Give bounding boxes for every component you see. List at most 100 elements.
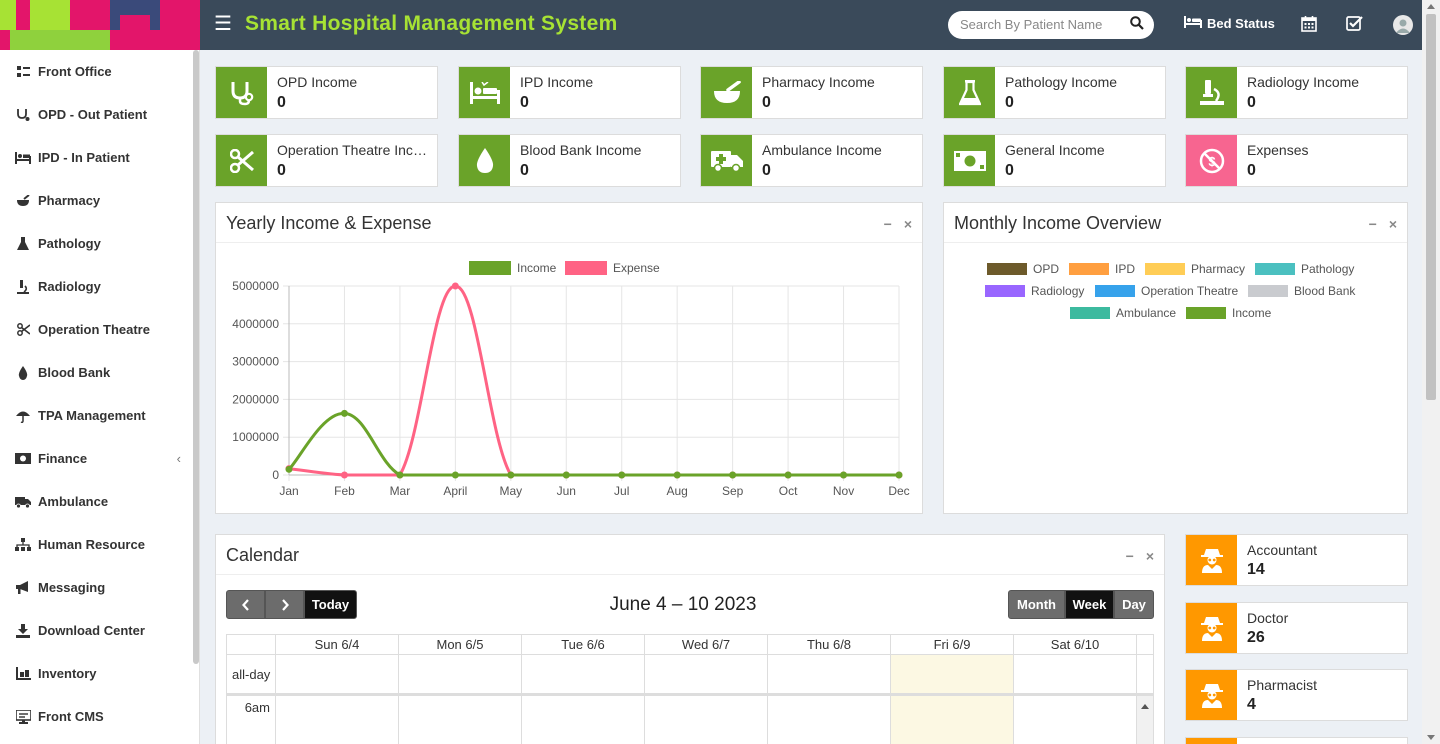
close-icon[interactable]: × bbox=[1389, 216, 1397, 232]
staff-pharmacist-box[interactable]: Pharmacist 4 bbox=[1185, 669, 1408, 721]
pathology-income-box[interactable]: Pathology Income 0 bbox=[943, 66, 1166, 119]
drop-icon bbox=[459, 135, 510, 186]
minimize-icon[interactable]: − bbox=[1369, 216, 1377, 232]
legend-item-income[interactable]: Income bbox=[1186, 306, 1271, 320]
operation-theatre-income-box[interactable]: Operation Theatre Income 0 bbox=[215, 134, 438, 187]
ipd-income-box[interactable]: IPD Income 0 bbox=[458, 66, 681, 119]
day-header-today[interactable]: Fri 6/9 bbox=[891, 635, 1014, 654]
sidebar-item-inventory[interactable]: Inventory bbox=[0, 652, 199, 695]
bed-icon bbox=[459, 67, 510, 118]
time-slot[interactable] bbox=[399, 696, 522, 744]
sidebar-item-human-resource[interactable]: Human Resource bbox=[0, 523, 199, 566]
day-header[interactable]: Tue 6/6 bbox=[522, 635, 645, 654]
close-icon[interactable]: × bbox=[1146, 548, 1154, 564]
time-slot[interactable] bbox=[276, 696, 399, 744]
day-header[interactable]: Wed 6/7 bbox=[645, 635, 768, 654]
legend-item-pharmacy[interactable]: Pharmacy bbox=[1145, 262, 1245, 276]
time-slot[interactable] bbox=[1014, 696, 1137, 744]
day-header[interactable]: Sun 6/4 bbox=[276, 635, 399, 654]
logo[interactable] bbox=[0, 0, 200, 50]
scroll-up-icon[interactable] bbox=[1141, 704, 1149, 709]
legend-item-radiology[interactable]: Radiology bbox=[985, 284, 1084, 298]
calendar-scrollbar[interactable] bbox=[1137, 696, 1153, 744]
chevron-left-icon[interactable]: ‹ bbox=[177, 451, 181, 466]
sidebar-item-finance[interactable]: Finance ‹ bbox=[0, 437, 199, 480]
close-icon[interactable]: × bbox=[904, 216, 912, 232]
allday-cell-today[interactable] bbox=[891, 655, 1014, 693]
sidebar-item-front-cms[interactable]: Front CMS bbox=[0, 695, 199, 738]
day-header[interactable]: Mon 6/5 bbox=[399, 635, 522, 654]
page-scrollbar[interactable] bbox=[1422, 0, 1440, 744]
microscope-icon bbox=[15, 279, 31, 295]
sidebar-item-ambulance[interactable]: Ambulance bbox=[0, 480, 199, 523]
day-header[interactable]: Thu 6/8 bbox=[768, 635, 891, 654]
expenses-box[interactable]: $ Expenses 0 bbox=[1185, 134, 1408, 187]
sidebar-item-tpa[interactable]: TPA Management bbox=[0, 394, 199, 437]
sidebar-item-pathology[interactable]: Pathology bbox=[0, 222, 199, 265]
svg-text:$: $ bbox=[1208, 154, 1216, 169]
day-header[interactable]: Sat 6/10 bbox=[1014, 635, 1137, 654]
tasks-check-icon[interactable] bbox=[1346, 15, 1363, 37]
legend-swatch bbox=[1145, 263, 1185, 275]
time-slot[interactable] bbox=[645, 696, 768, 744]
radiology-income-box[interactable]: Radiology Income 0 bbox=[1185, 66, 1408, 119]
sidebar-item-download-center[interactable]: Download Center bbox=[0, 609, 199, 652]
sidebar-item-operation-theatre[interactable]: Operation Theatre bbox=[0, 308, 199, 351]
time-slot-today[interactable] bbox=[891, 696, 1014, 744]
flask-icon bbox=[15, 236, 31, 252]
allday-cell[interactable] bbox=[399, 655, 522, 693]
blood-bank-income-box[interactable]: Blood Bank Income 0 bbox=[458, 134, 681, 187]
legend-item-pathology[interactable]: Pathology bbox=[1255, 262, 1354, 276]
sidebar-item-radiology[interactable]: Radiology bbox=[0, 265, 199, 308]
staff-label: Pharmacist bbox=[1247, 677, 1318, 693]
allday-cell[interactable] bbox=[645, 655, 768, 693]
income-label: Expenses bbox=[1247, 142, 1309, 158]
pharmacy-income-box[interactable]: Pharmacy Income 0 bbox=[700, 66, 923, 119]
staff-count: 14 bbox=[1247, 561, 1265, 578]
staff-doctor-box[interactable]: Doctor 26 bbox=[1185, 602, 1408, 654]
sidebar-scrollbar[interactable] bbox=[193, 50, 199, 664]
general-income-box[interactable]: General Income 0 bbox=[943, 134, 1166, 187]
sidebar-item-messaging[interactable]: Messaging bbox=[0, 566, 199, 609]
legend-item-opd[interactable]: OPD bbox=[987, 262, 1059, 276]
scroll-down-icon[interactable] bbox=[1427, 735, 1435, 740]
legend-item-ambulance[interactable]: Ambulance bbox=[1070, 306, 1176, 320]
week-view-button[interactable]: Week bbox=[1065, 590, 1114, 619]
sidebar-item-opd[interactable]: OPD - Out Patient bbox=[0, 93, 199, 136]
legend-item-operation-theatre[interactable]: Operation Theatre bbox=[1095, 284, 1238, 298]
legend-item-blood-bank[interactable]: Blood Bank bbox=[1248, 284, 1355, 298]
minimize-icon[interactable]: − bbox=[1126, 548, 1134, 564]
day-view-button[interactable]: Day bbox=[1114, 590, 1154, 619]
minimize-icon[interactable]: − bbox=[884, 216, 892, 232]
sidebar-item-front-office[interactable]: Front Office bbox=[0, 50, 199, 93]
allday-cell[interactable] bbox=[768, 655, 891, 693]
stethoscope-icon bbox=[15, 107, 31, 123]
flask-icon bbox=[944, 67, 995, 118]
opd-income-box[interactable]: OPD Income 0 bbox=[215, 66, 438, 119]
ambulance-income-box[interactable]: Ambulance Income 0 bbox=[700, 134, 923, 187]
legend-swatch bbox=[1186, 307, 1226, 319]
scroll-up-icon[interactable] bbox=[1427, 4, 1435, 9]
user-avatar[interactable] bbox=[1393, 15, 1413, 35]
time-slot[interactable] bbox=[768, 696, 891, 744]
hamburger-menu-icon[interactable]: ☰ bbox=[214, 14, 232, 34]
front-office-icon bbox=[15, 64, 31, 80]
allday-cell[interactable] bbox=[1014, 655, 1137, 693]
patient-search bbox=[948, 11, 1154, 39]
legend-item-ipd[interactable]: IPD bbox=[1069, 262, 1135, 276]
legend-label-expense: Expense bbox=[613, 261, 660, 275]
user-secret-icon bbox=[1186, 670, 1237, 720]
staff-accountant-box[interactable]: Accountant 14 bbox=[1185, 534, 1408, 586]
allday-cell[interactable] bbox=[522, 655, 645, 693]
sidebar-item-pharmacy[interactable]: Pharmacy bbox=[0, 179, 199, 222]
allday-cell[interactable] bbox=[276, 655, 399, 693]
search-icon[interactable] bbox=[1130, 16, 1144, 35]
sidebar-item-blood-bank[interactable]: Blood Bank bbox=[0, 351, 199, 394]
scrollbar-thumb[interactable] bbox=[1426, 14, 1436, 400]
bed-status-button[interactable]: Bed Status bbox=[1184, 16, 1275, 31]
time-slot[interactable] bbox=[522, 696, 645, 744]
month-view-button[interactable]: Month bbox=[1008, 590, 1065, 619]
sidebar-item-ipd[interactable]: IPD - In Patient bbox=[0, 136, 199, 179]
search-input[interactable] bbox=[960, 17, 1120, 32]
calendar-icon[interactable] bbox=[1301, 15, 1317, 37]
